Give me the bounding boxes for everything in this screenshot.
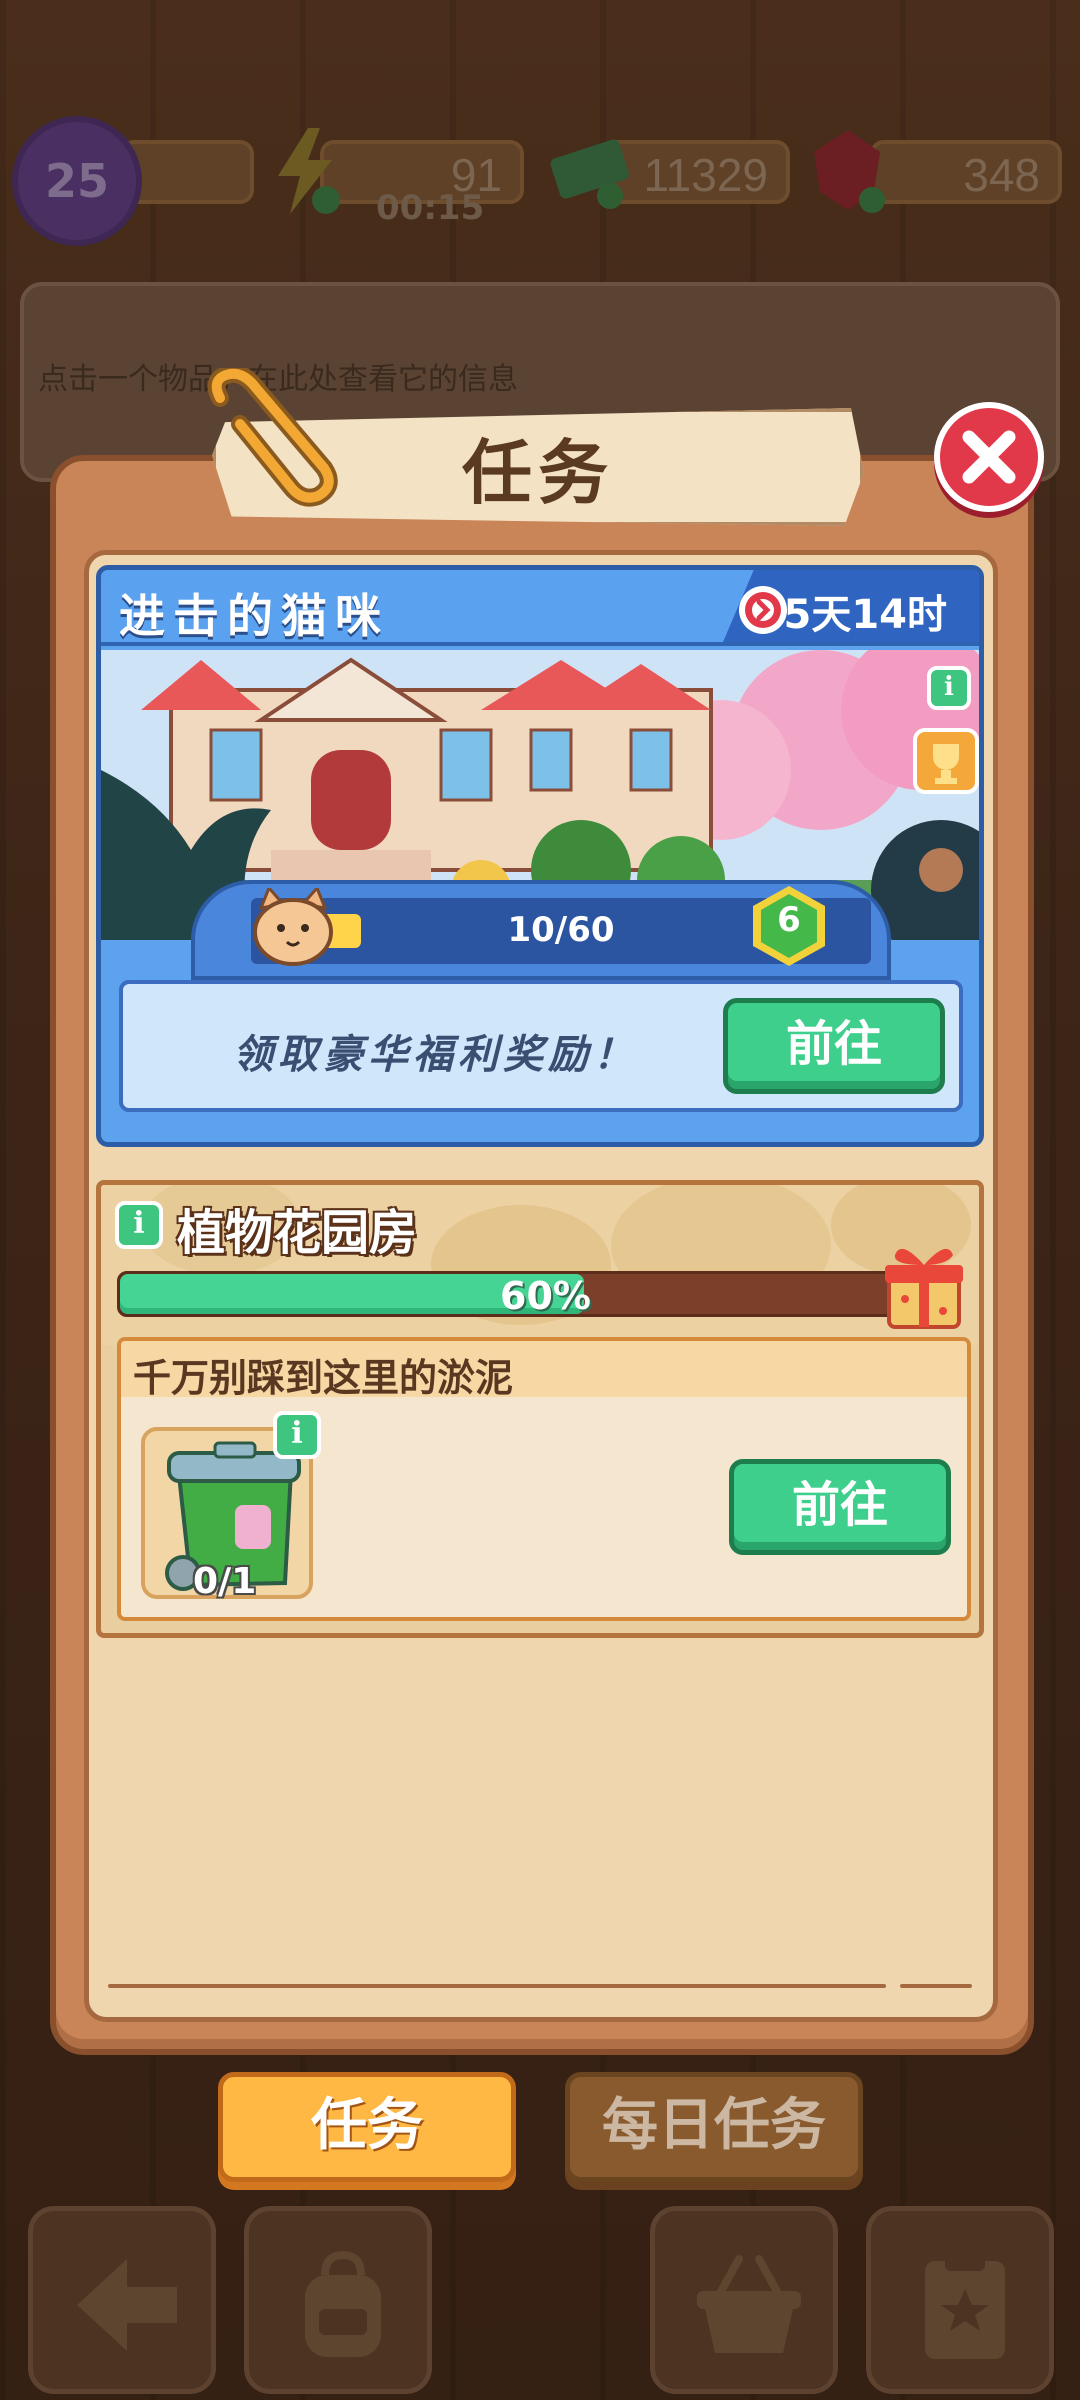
event-timer: 5天14时 (783, 592, 948, 638)
tab-daily-tasks[interactable]: 每日任务 (565, 2072, 863, 2182)
nav-tasks-button[interactable] (866, 2206, 1054, 2394)
player-level-badge[interactable]: 25 (18, 122, 136, 240)
subtask-card: 千万别踩到这里的淤泥 0/1 i 前往 (117, 1337, 971, 1621)
subtask-go-button[interactable]: 前往 (729, 1459, 951, 1555)
gift-icon[interactable] (881, 1239, 967, 1331)
divider-line (900, 1984, 972, 1988)
gem-icon (814, 130, 885, 213)
trophy-icon[interactable] (913, 728, 979, 794)
close-icon (962, 430, 1016, 484)
nav-back-button[interactable] (28, 2206, 216, 2394)
event-go-button[interactable]: 前往 (723, 998, 945, 1094)
task-progress-text: 60% (500, 1274, 591, 1318)
gem-counter[interactable]: 348 (870, 140, 1062, 204)
tab-tasks[interactable]: 任务 (218, 2072, 516, 2182)
subtask-title: 千万别踩到这里的淤泥 (133, 1356, 514, 1400)
event-header: 进击的猫咪 5天14时 (101, 570, 979, 646)
back-arrow-icon (77, 2259, 177, 2351)
task-info-icon[interactable]: i (115, 1201, 163, 1249)
level-frame (120, 140, 254, 204)
clock-icon (739, 586, 787, 634)
subtask-header: 千万别踩到这里的淤泥 (121, 1341, 967, 1400)
event-level-value: 6 (777, 900, 801, 940)
event-timer-box: 5天14时 (723, 570, 979, 642)
reward-text: 领取豪华福利奖励！ (233, 1032, 638, 1078)
close-button[interactable] (934, 402, 1044, 512)
nav-backpack-button[interactable] (244, 2206, 432, 2394)
resource-bar: 91 11329 348 00:15 (0, 100, 1080, 250)
event-info-icon[interactable]: i (927, 666, 971, 710)
task-title: 植物花园房 (177, 1205, 418, 1261)
task-progress-bar: 60% (117, 1271, 897, 1318)
clipboard-star-icon (925, 2253, 1005, 2359)
event-title: 进击的猫咪 (119, 589, 389, 643)
gem-value: 348 (963, 149, 1040, 201)
dialog-title: 任务 (462, 431, 614, 514)
cash-stack-icon (550, 139, 629, 209)
cash-value: 11329 (643, 149, 768, 201)
cat-face-icon (253, 888, 333, 966)
item-info-icon[interactable]: i (273, 1411, 321, 1459)
task-card: i 植物花园房 60% 千万别踩到这里的淤泥 0/1 i 前往 (96, 1180, 984, 1638)
lightning-icon (278, 128, 340, 214)
divider-line (108, 1984, 886, 1988)
item-count: 0/1 (193, 1561, 257, 1602)
event-card: 进击的猫咪 5天14时 i 10/60 6 领取豪华福利奖励！ 前往 (96, 565, 984, 1147)
energy-timer: 00:15 (376, 188, 485, 228)
reward-box: 领取豪华福利奖励！ 前往 (119, 980, 963, 1112)
shop-basket-icon (697, 2255, 801, 2353)
backpack-icon (305, 2250, 381, 2357)
paperclip-icon (207, 368, 338, 507)
nav-shop-button[interactable] (650, 2206, 838, 2394)
